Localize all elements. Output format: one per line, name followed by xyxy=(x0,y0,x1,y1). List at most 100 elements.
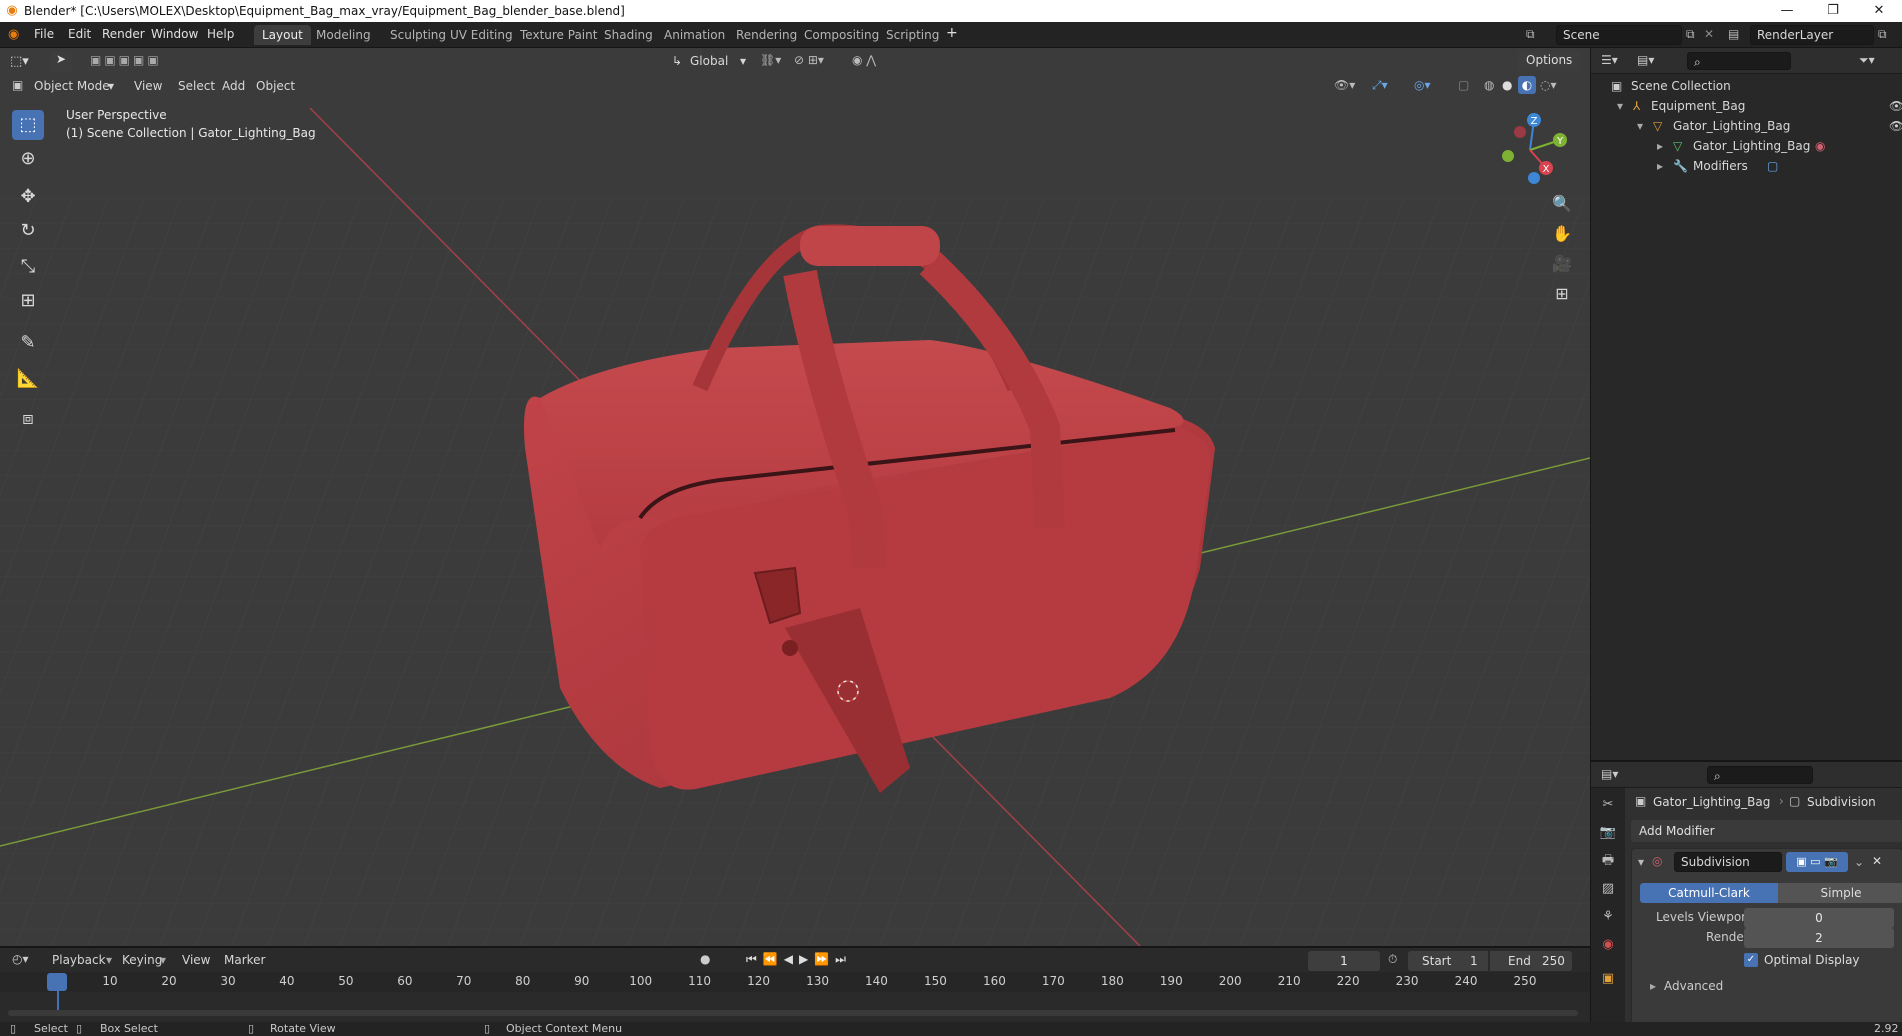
minimize-button[interactable]: — xyxy=(1764,0,1810,22)
expand-arrow-icon[interactable]: ▾ xyxy=(1617,99,1623,113)
chevron-down-icon[interactable]: ⌄ xyxy=(1854,855,1864,869)
workspace-tab-compositing[interactable]: Compositing xyxy=(796,25,887,45)
scale-tool-icon[interactable]: ⤡ xyxy=(12,252,44,282)
workspace-tab-layout[interactable]: Layout xyxy=(254,25,311,45)
optimal-display-checkbox[interactable]: ✓ xyxy=(1744,953,1758,967)
display-mode-icon[interactable]: ▤▾ xyxy=(1637,53,1654,67)
visibility-eye-icon[interactable]: 👁 xyxy=(1889,99,1902,113)
collapse-arrow-icon[interactable]: ▸ xyxy=(1657,139,1663,153)
scene-tab-icon[interactable]: ⚘ xyxy=(1597,906,1619,928)
select-mode-icon[interactable]: ➤ xyxy=(50,52,72,72)
selection-mode-icons[interactable]: ▣▣▣▣▣ xyxy=(90,53,162,67)
material-icon[interactable]: ◉ xyxy=(1815,139,1825,153)
menu-window[interactable]: Window xyxy=(151,27,198,41)
output-tab-icon[interactable]: 🖶 xyxy=(1597,850,1619,872)
object-mode-dropdown[interactable]: Object Mode xyxy=(34,79,110,93)
timeline-menu-view[interactable]: View xyxy=(182,953,210,967)
navigation-gizmo[interactable]: Z Y X xyxy=(1490,110,1570,190)
outliner-row-mesh-data[interactable]: ▸ ▽ Gator_Lighting_Bag ◉ xyxy=(1591,136,1902,156)
object-tab-icon[interactable]: ▣ xyxy=(1597,968,1619,990)
catmull-clark-option[interactable]: Catmull-Clark xyxy=(1640,883,1778,903)
tool-tab-icon[interactable]: ✂ xyxy=(1597,794,1619,816)
scene-field[interactable]: Scene xyxy=(1556,25,1682,45)
blender-menu-icon[interactable]: ◉ xyxy=(8,27,19,42)
end-frame-field[interactable]: End 250 xyxy=(1490,951,1572,971)
gizmo-toggle-icon[interactable]: ⤢▾ xyxy=(1372,78,1388,93)
viewport-menu-select[interactable]: Select xyxy=(178,79,215,93)
timeline-editor-icon[interactable]: ◴▾ xyxy=(12,952,29,966)
measure-tool-icon[interactable]: 📐 xyxy=(12,364,44,394)
viewport-menu-add[interactable]: Add xyxy=(222,79,245,93)
delete-scene-icon[interactable]: ✕ xyxy=(1704,27,1714,41)
workspace-tab-rendering[interactable]: Rendering xyxy=(728,25,805,45)
add-workspace-button[interactable]: + xyxy=(946,25,958,41)
render-layer-icon[interactable]: ▤ xyxy=(1728,27,1739,41)
wireframe-shading-icon[interactable]: ◍ xyxy=(1484,78,1494,92)
render-levels-field[interactable]: 2 xyxy=(1744,928,1894,948)
visibility-eye-icon[interactable]: 👁 xyxy=(1889,119,1902,133)
timeline-menu-keying[interactable]: Keying xyxy=(122,953,162,967)
menu-help[interactable]: Help xyxy=(207,27,234,41)
move-tool-icon[interactable]: ✥ xyxy=(12,182,44,212)
restore-button[interactable]: ❐ xyxy=(1810,0,1856,22)
outliner-row-gator-lighting-bag[interactable]: ▾ ▽ Gator_Lighting_Bag 👁 xyxy=(1591,116,1902,136)
annotate-tool-icon[interactable]: ✎ xyxy=(12,328,44,358)
filter-icon[interactable]: ⏷▾ xyxy=(1859,53,1875,68)
modifier-visibility-toggles[interactable]: ▣ ▭ 📷 xyxy=(1786,852,1848,872)
viewport-menu-object[interactable]: Object xyxy=(256,79,295,93)
transform-orientation-dropdown[interactable]: Global xyxy=(690,54,728,68)
frame-ruler[interactable]: 1102030405060708090100110120130140150160… xyxy=(0,972,1590,992)
current-frame-field[interactable]: 1 xyxy=(1308,951,1380,971)
close-window-button[interactable]: ✕ xyxy=(1856,0,1902,22)
expand-arrow-icon[interactable]: ▸ xyxy=(1650,979,1656,993)
timeline-scrollbar[interactable] xyxy=(8,1010,1578,1016)
expand-arrow-icon[interactable]: ▾ xyxy=(1637,119,1643,133)
outliner-row-scene-collection[interactable]: ▣ Scene Collection xyxy=(1591,76,1902,96)
rotate-tool-icon[interactable]: ↻ xyxy=(12,216,44,246)
options-dropdown[interactable]: Options xyxy=(1518,51,1581,71)
workspace-tab-texture-paint[interactable]: Texture Paint xyxy=(512,25,605,45)
outliner-row-equipment-bag[interactable]: ▾ ⅄ Equipment_Bag 👁 xyxy=(1591,96,1902,116)
menu-file[interactable]: File xyxy=(34,27,54,41)
auto-keying-icon[interactable]: ● xyxy=(700,952,710,966)
camera-view-icon[interactable]: 🎥 xyxy=(1548,250,1576,278)
zoom-icon[interactable]: 🔍 xyxy=(1548,190,1576,218)
playback-controls-icons[interactable]: ⏮⏪◀▶⏩⏭ xyxy=(746,952,852,967)
outliner-row-modifiers[interactable]: ▸ 🔧 Modifiers ▢ xyxy=(1591,156,1902,176)
snapping-icon[interactable]: ⊘ ⊞▾ xyxy=(794,53,824,67)
menu-edit[interactable]: Edit xyxy=(68,27,91,41)
properties-search-input[interactable]: ⌕ xyxy=(1707,766,1813,784)
new-scene-icon[interactable]: ⧉ xyxy=(1686,27,1695,42)
playhead-marker[interactable] xyxy=(47,973,67,991)
3d-viewport[interactable]: ⬚▾ ➤ ▣▣▣▣▣ ↳ Global ▾ ⛓▾ ⊘ ⊞▾ ◉ ⋀ Option… xyxy=(0,48,1590,946)
outliner-search-input[interactable]: ⌕ xyxy=(1687,52,1791,70)
xray-toggle-icon[interactable]: ▢ xyxy=(1458,78,1469,92)
visibility-icon[interactable]: 👁▾ xyxy=(1334,78,1355,92)
remove-modifier-icon[interactable]: ✕ xyxy=(1872,854,1882,868)
perspective-toggle-icon[interactable]: ⊞ xyxy=(1548,280,1576,308)
overlays-toggle-icon[interactable]: ◎▾ xyxy=(1414,78,1431,92)
workspace-tab-animation[interactable]: Animation xyxy=(656,25,733,45)
add-cube-tool-icon[interactable]: ⧈ xyxy=(12,404,44,434)
workspace-tab-shading[interactable]: Shading xyxy=(596,25,661,45)
outliner-editor-icon[interactable]: ☰▾ xyxy=(1601,53,1618,67)
transform-tool-icon[interactable]: ⊞ xyxy=(12,286,44,316)
world-tab-icon[interactable]: ◉ xyxy=(1597,934,1619,956)
pan-hand-icon[interactable]: ✋ xyxy=(1548,220,1576,248)
render-tab-icon[interactable]: 📷 xyxy=(1597,822,1619,844)
levels-viewport-field[interactable]: 0 xyxy=(1744,908,1894,928)
workspace-tab-modeling[interactable]: Modeling xyxy=(308,25,379,45)
scene-selector-icon[interactable]: ⧉ xyxy=(1526,27,1535,42)
proportional-editing-icon[interactable]: ◉ ⋀ xyxy=(852,53,876,67)
modifier-name-field[interactable]: Subdivision xyxy=(1674,852,1782,872)
select-box-tool-icon[interactable]: ⬚ xyxy=(12,110,44,140)
rendered-shading-icon[interactable]: ◌▾ xyxy=(1540,78,1557,92)
menu-render[interactable]: Render xyxy=(102,27,145,41)
properties-editor-icon[interactable]: ▤▾ xyxy=(1601,767,1618,781)
new-render-layer-icon[interactable]: ⧉ xyxy=(1878,27,1887,42)
collapse-arrow-icon[interactable]: ▸ xyxy=(1657,159,1663,173)
pivot-point-icon[interactable]: ⛓▾ xyxy=(760,53,781,67)
solid-shading-icon[interactable]: ● xyxy=(1502,78,1512,92)
start-frame-field[interactable]: Start 1 xyxy=(1408,951,1488,971)
viewport-menu-view[interactable]: View xyxy=(134,79,162,93)
